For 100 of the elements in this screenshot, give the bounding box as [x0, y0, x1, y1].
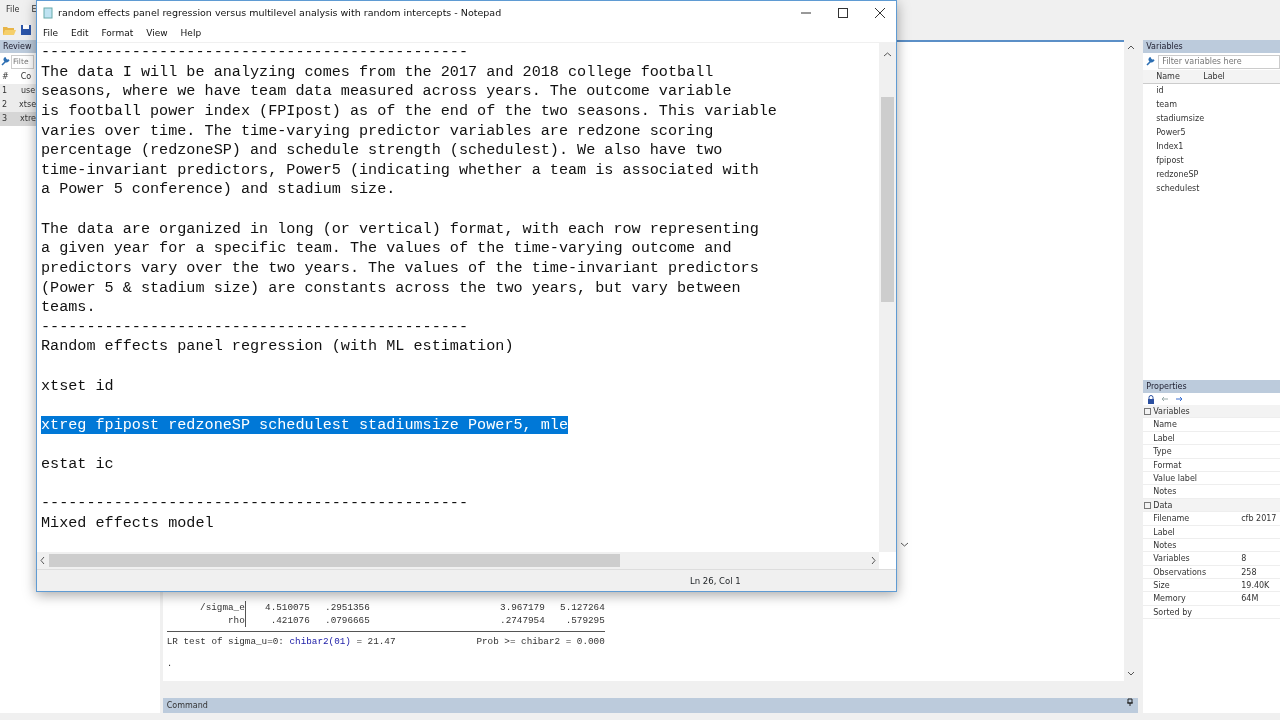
column-header[interactable]: Label — [1203, 70, 1225, 83]
review-row[interactable]: 2 xtse — [0, 98, 36, 112]
command-text: xtse — [19, 99, 36, 111]
text-line: percentage (redzoneSP) and schedule strength (schedulest). We also have two — [41, 141, 723, 160]
text-line: is football power index (FPIpost) as of the end of the two seasons. This variable — [41, 101, 777, 120]
prompt-dot: . — [166, 657, 173, 671]
save-icon[interactable] — [20, 24, 32, 36]
property-value: 19.40K — [1241, 580, 1271, 593]
property-name: Sorted by — [1153, 606, 1193, 619]
row-label: rho — [227, 614, 245, 628]
table-value: 5.127264 — [559, 601, 605, 615]
wrench-icon[interactable] — [1146, 57, 1156, 66]
table-value: .0796665 — [324, 614, 370, 628]
pin-icon[interactable] — [1126, 698, 1135, 706]
table-value: .2747954 — [499, 614, 545, 628]
menu-item[interactable]: E — [31, 4, 37, 16]
back-arrow-icon[interactable] — [1161, 396, 1170, 402]
menu-item[interactable]: File — [6, 4, 20, 16]
menu-item[interactable]: Edit — [71, 26, 89, 41]
menu-item[interactable]: View — [146, 26, 168, 41]
text-line: The data are organized in long (or vertical) format, with each row representing — [41, 219, 759, 238]
text-line: xtset id — [41, 376, 114, 395]
property-name: Value label — [1153, 472, 1199, 485]
row-number: 2 — [2, 99, 8, 111]
text-line: varies over time. The time-varying predictor variables are redzone scoring — [41, 121, 714, 140]
text-line: a Power 5 conference) and stadium size. — [41, 180, 396, 199]
collapse-icon[interactable] — [1144, 408, 1152, 415]
property-name: Name — [1153, 419, 1178, 432]
text-line: estat ic — [41, 455, 114, 474]
table-value: .2951356 — [324, 601, 370, 615]
property-name: Variables — [1153, 553, 1191, 566]
column-header[interactable]: Name — [1143, 70, 1204, 83]
table-value: 4.510075 — [264, 601, 310, 615]
wrench-icon[interactable] — [1, 57, 10, 66]
property-value: cfb 2017 — [1241, 513, 1278, 526]
property-value: 8 — [1241, 553, 1248, 566]
test-result: LR test of sigma_u=0: chibar2(01) = 21.47 — [166, 635, 396, 650]
property-name: Size — [1153, 580, 1171, 593]
probability-text: Prob >= chibar2 = 0.000 — [476, 635, 605, 650]
row-label: /sigma_e — [199, 601, 245, 615]
variable-name[interactable]: fpipost — [1143, 154, 1280, 168]
lock-icon[interactable] — [1147, 394, 1156, 404]
variable-name[interactable]: Power5 — [1143, 126, 1280, 140]
menu-item[interactable]: File — [43, 26, 59, 41]
variable-name[interactable]: id — [1143, 84, 1280, 98]
forward-arrow-icon[interactable] — [1175, 396, 1184, 402]
collapse-icon[interactable] — [1144, 501, 1152, 509]
text-line: The data I will be analyzing comes from the 2017 and 2018 college football — [41, 62, 714, 81]
column-header[interactable]: # — [2, 70, 9, 84]
filter-field[interactable]: Filter variables here — [1158, 54, 1280, 69]
statistic-link[interactable]: chibar2(01) — [289, 636, 351, 648]
property-name: Format — [1153, 459, 1183, 472]
table-value: 3.967179 — [499, 601, 545, 615]
panel-title: Variables — [1143, 40, 1280, 53]
cursor-position: Ln 26, Col 1 — [690, 576, 741, 586]
close-icon[interactable] — [875, 8, 885, 18]
notepad-icon — [43, 7, 53, 19]
property-name: Notes — [1153, 539, 1178, 552]
text-line: time-invariant predictors, Power5 (indicating whether a team is associated with — [41, 160, 759, 179]
text-line: Random effects panel regression (with ML estimation) — [41, 337, 514, 356]
command-text: use — [21, 85, 36, 97]
panel-title: Command — [166, 700, 208, 712]
text-line: seasons, where we have team data measured across years. The outcome variable — [41, 82, 732, 101]
group-title: Data — [1153, 499, 1174, 512]
text-line: a given year for a specific team. The values of the time-varying outcome and — [41, 239, 732, 258]
variable-name[interactable]: schedulest — [1143, 182, 1280, 196]
table-value: .579295 — [564, 614, 605, 628]
property-name: Notes — [1153, 486, 1178, 499]
variable-name[interactable]: team — [1143, 98, 1280, 112]
variable-name[interactable]: Index1 — [1143, 140, 1280, 154]
menu-item[interactable]: Help — [180, 26, 202, 41]
property-name: Observations — [1153, 566, 1208, 579]
review-row[interactable]: 1 use — [0, 84, 36, 98]
property-name: Memory — [1153, 593, 1187, 606]
panel-title: Properties — [1143, 380, 1280, 393]
menu-item[interactable]: Format — [101, 26, 134, 41]
text-line: teams. — [41, 298, 96, 317]
property-name: Label — [1153, 526, 1176, 539]
text-line: ----------------------------------------------- — [41, 317, 469, 336]
property-name: Type — [1153, 446, 1173, 459]
row-number: 1 — [2, 85, 9, 97]
property-value: 258 — [1241, 566, 1258, 579]
text-line: ----------------------------------------------- — [41, 494, 469, 513]
variable-name[interactable]: redzoneSP — [1143, 168, 1280, 182]
maximize-icon[interactable] — [838, 8, 848, 18]
review-row[interactable]: 3 xtre — [0, 112, 36, 126]
row-number: 3 — [2, 113, 9, 125]
variable-name[interactable]: stadiumsize — [1143, 112, 1280, 126]
window-title: random effects panel regression versus multilevel analysis with random intercepts - Notepad — [58, 5, 503, 20]
scroll-thumb[interactable] — [49, 554, 620, 567]
command-text: xtre — [20, 113, 36, 125]
property-name: Label — [1153, 432, 1176, 445]
table-value: .421076 — [269, 614, 310, 628]
column-header[interactable]: Co — [20, 70, 32, 84]
scroll-thumb[interactable] — [881, 97, 894, 302]
text-line: Mixed effects model — [41, 514, 214, 532]
text-line: (Power 5 & stadium size) are constants across the two years, but vary between — [41, 278, 741, 297]
property-value: 64M — [1241, 593, 1260, 606]
text-line: predictors vary over the two years. The values of the time-invariant predictors — [41, 258, 759, 277]
property-name: Filename — [1153, 513, 1191, 526]
